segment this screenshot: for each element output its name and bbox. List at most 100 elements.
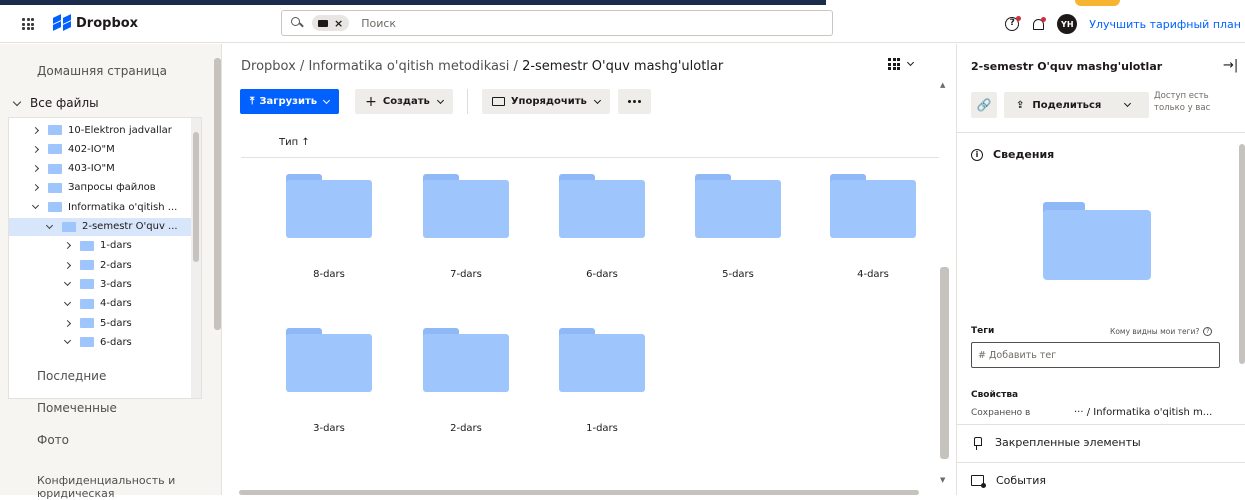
tree-scrollbar[interactable]: [191, 118, 201, 398]
breadcrumb-root[interactable]: Dropbox: [241, 59, 296, 74]
chevron-down-icon: [906, 58, 915, 67]
sidebar-scrollbar-thumb[interactable]: [214, 58, 221, 330]
tree-item[interactable]: 2-semestr O'quv ...: [9, 217, 193, 236]
folder-thumbnail[interactable]: [423, 174, 509, 238]
folder-name[interactable]: 4-dars: [830, 269, 916, 280]
folder-icon: [80, 337, 94, 348]
panel-scrollbar[interactable]: [1237, 44, 1245, 495]
search-bar[interactable]: × Поиск: [281, 10, 833, 36]
horizontal-scrollbar[interactable]: [223, 488, 937, 495]
events-section[interactable]: События: [971, 474, 1046, 488]
create-button[interactable]: + Создать: [355, 89, 453, 114]
folder-thumbnail[interactable]: [695, 174, 781, 238]
scroll-up-arrow[interactable]: ▲: [940, 81, 945, 89]
tree-item[interactable]: 2-dars: [9, 256, 193, 274]
help-icon[interactable]: ?: [1005, 16, 1022, 31]
upgrade-plan-link[interactable]: Улучшить тарифный план: [1089, 18, 1241, 31]
tree-item[interactable]: 1-dars: [9, 237, 193, 255]
tree-item-label: 3-dars: [100, 278, 132, 290]
folder-name[interactable]: 3-dars: [286, 423, 372, 434]
chevron-right-icon[interactable]: [63, 242, 72, 250]
chevron-down-icon[interactable]: [63, 298, 72, 306]
folder-name[interactable]: 5-dars: [695, 269, 781, 280]
chevron-down-icon: [436, 96, 444, 104]
tree-item-label: 402-IO"M: [68, 143, 115, 155]
sidebar-item-privacy[interactable]: Конфиденциальность и юридическая: [37, 474, 207, 500]
info-section-header[interactable]: i Сведения: [971, 148, 1054, 161]
share-icon: ⇪: [1016, 99, 1025, 111]
folder-name[interactable]: 2-dars: [423, 423, 509, 434]
upload-button[interactable]: ⤒ Загрузить: [240, 89, 340, 114]
organize-button[interactable]: Упорядочить: [481, 89, 610, 114]
scroll-down-arrow[interactable]: ▼: [940, 476, 945, 484]
app-grid-icon[interactable]: [22, 18, 34, 30]
bell-icon[interactable]: [1031, 17, 1047, 31]
sidebar-item-photos[interactable]: Фото: [37, 433, 69, 447]
folder-thumbnail[interactable]: [559, 328, 645, 392]
saved-in-path-link[interactable]: ··· / Informatika o'qitish m...: [1074, 407, 1212, 418]
main-scrollbar-thumb[interactable]: [940, 267, 949, 459]
search-scope-chip[interactable]: ×: [312, 15, 350, 31]
tree-item[interactable]: 402-IO"M: [9, 140, 193, 158]
folder-name[interactable]: 1-dars: [559, 423, 645, 434]
search-input[interactable]: Поиск: [361, 17, 396, 30]
who-sees-tags-link[interactable]: Кому видны мои теги? ?: [1110, 327, 1213, 336]
folder-name[interactable]: 6-dars: [559, 269, 645, 280]
tree-scrollbar-thumb[interactable]: [193, 132, 199, 262]
chevron-right-icon[interactable]: [63, 261, 72, 269]
folder-icon: [48, 144, 62, 155]
folder-thumbnail[interactable]: [559, 174, 645, 238]
chevron-right-icon[interactable]: [31, 126, 40, 134]
chevron-right-icon[interactable]: [31, 145, 40, 153]
share-button[interactable]: ⇪ Поделиться: [1004, 92, 1149, 118]
more-actions-button[interactable]: [617, 89, 651, 114]
folder-thumbnail[interactable]: [286, 174, 372, 238]
sidebar-item-home[interactable]: Домашняя страница: [37, 64, 167, 78]
sidebar-scrollbar[interactable]: [212, 44, 222, 495]
organize-icon: [491, 97, 505, 106]
folder-thumbnail[interactable]: [830, 174, 916, 238]
tree-item[interactable]: 403-IO"M: [9, 160, 193, 178]
tree-item[interactable]: 5-dars: [9, 314, 193, 332]
chevron-down-icon[interactable]: [63, 337, 72, 345]
sidebar-item-recent[interactable]: Последние: [37, 369, 106, 383]
chevron-right-icon[interactable]: [31, 184, 40, 192]
tree-item[interactable]: 3-dars: [9, 275, 193, 293]
folder-name[interactable]: 7-dars: [423, 269, 509, 280]
chevron-down-icon[interactable]: [31, 202, 40, 210]
avatar[interactable]: YH: [1057, 14, 1078, 34]
tree-item[interactable]: Запросы файлов: [9, 179, 193, 197]
chevron-down-icon[interactable]: [45, 221, 54, 229]
main-scrollbar[interactable]: ▲ ▼: [937, 44, 949, 495]
access-status-line: только у вас: [1154, 103, 1211, 113]
view-toggle-button[interactable]: [888, 58, 915, 70]
breadcrumb-separator: /: [299, 59, 305, 74]
upload-button-label: Загрузить: [259, 96, 318, 107]
access-status-line: Доступ есть: [1154, 91, 1209, 101]
tree-item[interactable]: 10-Elektron jadvallar: [9, 121, 193, 139]
folder-thumbnail[interactable]: [286, 328, 372, 392]
copy-link-button[interactable]: 🔗: [971, 92, 997, 118]
collapse-panel-icon[interactable]: →|: [1223, 58, 1238, 73]
pinned-items-section[interactable]: Закрепленные элементы: [971, 436, 1141, 450]
folder-thumbnail[interactable]: [423, 328, 509, 392]
horizontal-scrollbar-thumb[interactable]: [239, 490, 919, 495]
tree-item[interactable]: 4-dars: [9, 295, 193, 313]
close-icon[interactable]: ×: [334, 17, 343, 30]
breadcrumb-parent[interactable]: Informatika o'qitish metodikasi: [308, 59, 509, 74]
tree-item[interactable]: 6-dars: [9, 333, 193, 351]
chevron-right-icon[interactable]: [63, 319, 72, 327]
chevron-down-icon[interactable]: [63, 279, 72, 287]
sidebar-item-starred[interactable]: Помеченные: [37, 401, 117, 415]
folder-name[interactable]: 8-dars: [286, 269, 372, 280]
add-tag-input[interactable]: # Добавить тег: [971, 342, 1220, 368]
info-label: Сведения: [993, 148, 1055, 161]
tree-item[interactable]: Informatika o'qitish ...: [9, 198, 193, 216]
column-header-type[interactable]: Тип ↑: [241, 137, 939, 158]
dropbox-logo[interactable]: Dropbox: [52, 14, 138, 31]
sidebar-item-all-files[interactable]: Все файлы: [12, 96, 99, 110]
panel-scrollbar-thumb[interactable]: [1239, 144, 1245, 364]
grid-view-icon: [888, 58, 900, 70]
chevron-right-icon[interactable]: [31, 165, 40, 173]
folder-tree[interactable]: 10-Elektron jadvallar 402-IO"M 403-IO"M Зап…: [8, 117, 202, 399]
